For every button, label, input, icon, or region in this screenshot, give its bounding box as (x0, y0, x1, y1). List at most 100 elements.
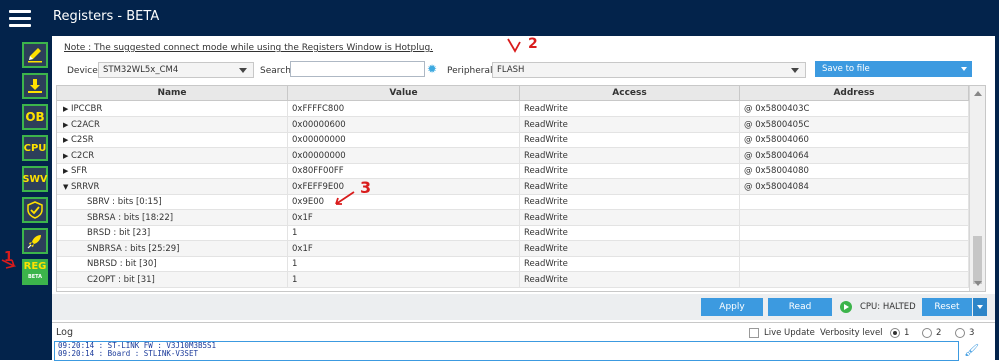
table-row[interactable]: SBRSA : bits [18:22] 0x1F ReadWrite (57, 209, 969, 226)
cell-access-text: ReadWrite (524, 212, 568, 223)
table-row[interactable]: SNBRSA : bits [25:29] 0x1F ReadWrite (57, 240, 969, 257)
cell-address: @ 0x58004060 (740, 132, 969, 148)
cell-value[interactable]: 0xFEFF9E00 (288, 178, 520, 195)
cell-value[interactable]: 0x00000000 (288, 132, 520, 148)
cell-access: ReadWrite (520, 101, 740, 117)
expand-right-icon[interactable]: ▶ (63, 148, 71, 164)
save-to-file-button[interactable]: Save to file (815, 61, 972, 77)
table-row[interactable]: ▼ SRRVR 0xFEFF9E00 ReadWrite @ 0x58004084 (57, 178, 969, 195)
device-select[interactable]: STM32WL5x_CM4 (98, 62, 254, 78)
cell-name-text: SRRVR (71, 181, 100, 192)
cell-name: SNBRSA : bits [25:29] (57, 240, 288, 257)
column-header-access[interactable]: Access (520, 86, 740, 101)
verbosity-radio-2[interactable] (922, 328, 932, 338)
table-scrollbar[interactable] (969, 86, 985, 291)
cell-value[interactable]: 1 (288, 256, 520, 272)
cell-value[interactable]: 1 (288, 271, 520, 288)
table-row[interactable]: ▶ C2SR 0x00000000 ReadWrite @ 0x58004060 (57, 132, 969, 148)
cell-address (740, 209, 969, 226)
column-header-value[interactable]: Value (288, 86, 520, 101)
live-update-checkbox[interactable] (749, 328, 759, 338)
sidebar-item-cpu[interactable]: CPU (22, 135, 48, 161)
cell-address (740, 194, 969, 210)
expand-right-icon[interactable]: ▶ (63, 163, 71, 179)
log-line: 09:20:14 : Board : STLINK-V3SET (58, 349, 198, 358)
sidebar-item-firmware-upgrade[interactable] (22, 228, 48, 254)
column-header-address[interactable]: Address (740, 86, 969, 101)
cell-value[interactable]: 0x1F (288, 209, 520, 226)
table-row[interactable]: NBRSD : bit [30] 1 ReadWrite (57, 256, 969, 272)
cpu-status: CPU: HALTED (860, 302, 916, 312)
window-title: Registers - BETA (53, 9, 160, 24)
run-status-icon[interactable] (840, 301, 852, 313)
sidebar-item-erase-program[interactable] (22, 42, 48, 68)
cell-address (740, 225, 969, 241)
annotation-arrow-3 (335, 191, 355, 205)
column-header-name[interactable]: Name (57, 86, 288, 101)
search-input[interactable] (290, 61, 425, 77)
action-bar: Apply Read CPU: HALTED Reset (52, 294, 995, 320)
cell-address: @ 0x58004064 (740, 147, 969, 164)
table-row[interactable]: ▶ C2ACR 0x00000600 ReadWrite @ 0x5800405C (57, 116, 969, 133)
cell-name-text: C2OPT : bit [31] (87, 274, 155, 285)
gear-icon[interactable]: ✹ (427, 63, 439, 75)
cell-address-text: @ 0x58004080 (744, 166, 809, 176)
table-row[interactable]: ▶ C2CR 0x00000000 ReadWrite @ 0x58004064 (57, 147, 969, 164)
cell-value-text: 1 (292, 259, 298, 269)
cell-name-text: C2ACR (71, 119, 100, 130)
sidebar-item-download[interactable] (22, 73, 48, 99)
annotation-label-1: 1 (4, 250, 14, 265)
cell-access-text: ReadWrite (524, 243, 568, 254)
sidebar-item-security[interactable] (22, 197, 48, 223)
table-row[interactable]: ▶ IPCCBR 0xFFFFC800 ReadWrite @ 0x5800403C (57, 101, 969, 117)
sidebar-item-registers[interactable]: REG BETA (22, 259, 48, 285)
verbosity-radio-1[interactable] (890, 328, 900, 338)
cell-address: @ 0x5800403C (740, 101, 969, 117)
cell-name-text: C2SR (71, 135, 94, 145)
annotation-arrow-2 (507, 38, 521, 53)
reset-button[interactable]: Reset (922, 298, 972, 316)
cell-value[interactable]: 0x9E00 (288, 194, 520, 210)
cell-address-text: @ 0x58004064 (744, 150, 809, 161)
scrollbar-thumb[interactable] (973, 236, 982, 284)
table-row[interactable]: SBRV : bits [0:15] 0x9E00 ReadWrite (57, 194, 969, 210)
cell-address: @ 0x58004080 (740, 163, 969, 179)
annotation-label-3: 3 (360, 178, 372, 197)
cell-access-text: ReadWrite (524, 150, 568, 161)
peripheral-select[interactable]: FLASH (492, 62, 806, 78)
cell-value-text: 0x00000600 (292, 119, 346, 130)
hotplug-note: Note : The suggested connect mode while … (64, 43, 434, 53)
chevron-down-icon (239, 68, 247, 73)
verbosity-radio-3[interactable] (955, 328, 965, 338)
cell-value[interactable]: 0x00000600 (288, 116, 520, 133)
apply-button[interactable]: Apply (701, 298, 763, 316)
scroll-down-icon[interactable] (974, 281, 982, 286)
scroll-up-icon[interactable] (974, 91, 982, 96)
read-button[interactable]: Read (768, 298, 832, 316)
expand-right-icon[interactable]: ▶ (63, 101, 71, 117)
expand-down-icon[interactable]: ▼ (63, 179, 71, 195)
cell-address: @ 0x5800405C (740, 116, 969, 133)
clear-log-brush-icon[interactable]: 🖌 (964, 343, 979, 357)
sidebar-item-swv[interactable]: SWV (22, 166, 48, 192)
download-icon (28, 79, 42, 93)
table-row[interactable]: C2OPT : bit [31] 1 ReadWrite (57, 271, 969, 288)
cell-value[interactable]: 0x80FF00FF (288, 163, 520, 179)
hamburger-menu-icon[interactable] (9, 10, 31, 27)
cell-value[interactable]: 1 (288, 225, 520, 241)
registers-icon: REG (23, 261, 47, 272)
reset-options-chevron-icon[interactable] (973, 298, 987, 316)
rocket-icon (27, 235, 41, 249)
expand-right-icon[interactable]: ▶ (63, 117, 71, 133)
log-output[interactable]: 09:20:14 : ST-LINK FW : V3J10M3B5S1 09:2… (54, 341, 959, 361)
cell-value[interactable]: 0x1F (288, 240, 520, 257)
cell-value[interactable]: 0x00000000 (288, 147, 520, 164)
sidebar-item-option-bytes[interactable]: OB (22, 104, 48, 130)
cell-value[interactable]: 0xFFFFC800 (288, 101, 520, 117)
cpu-icon: CPU (23, 142, 47, 154)
table-row[interactable]: ▶ SFR 0x80FF00FF ReadWrite @ 0x58004080 (57, 163, 969, 179)
expand-right-icon[interactable]: ▶ (63, 132, 71, 148)
table-row[interactable]: BRSD : bit [23] 1 ReadWrite (57, 225, 969, 241)
title-bar: Registers - BETA (0, 0, 999, 36)
log-title: Log (56, 327, 73, 338)
